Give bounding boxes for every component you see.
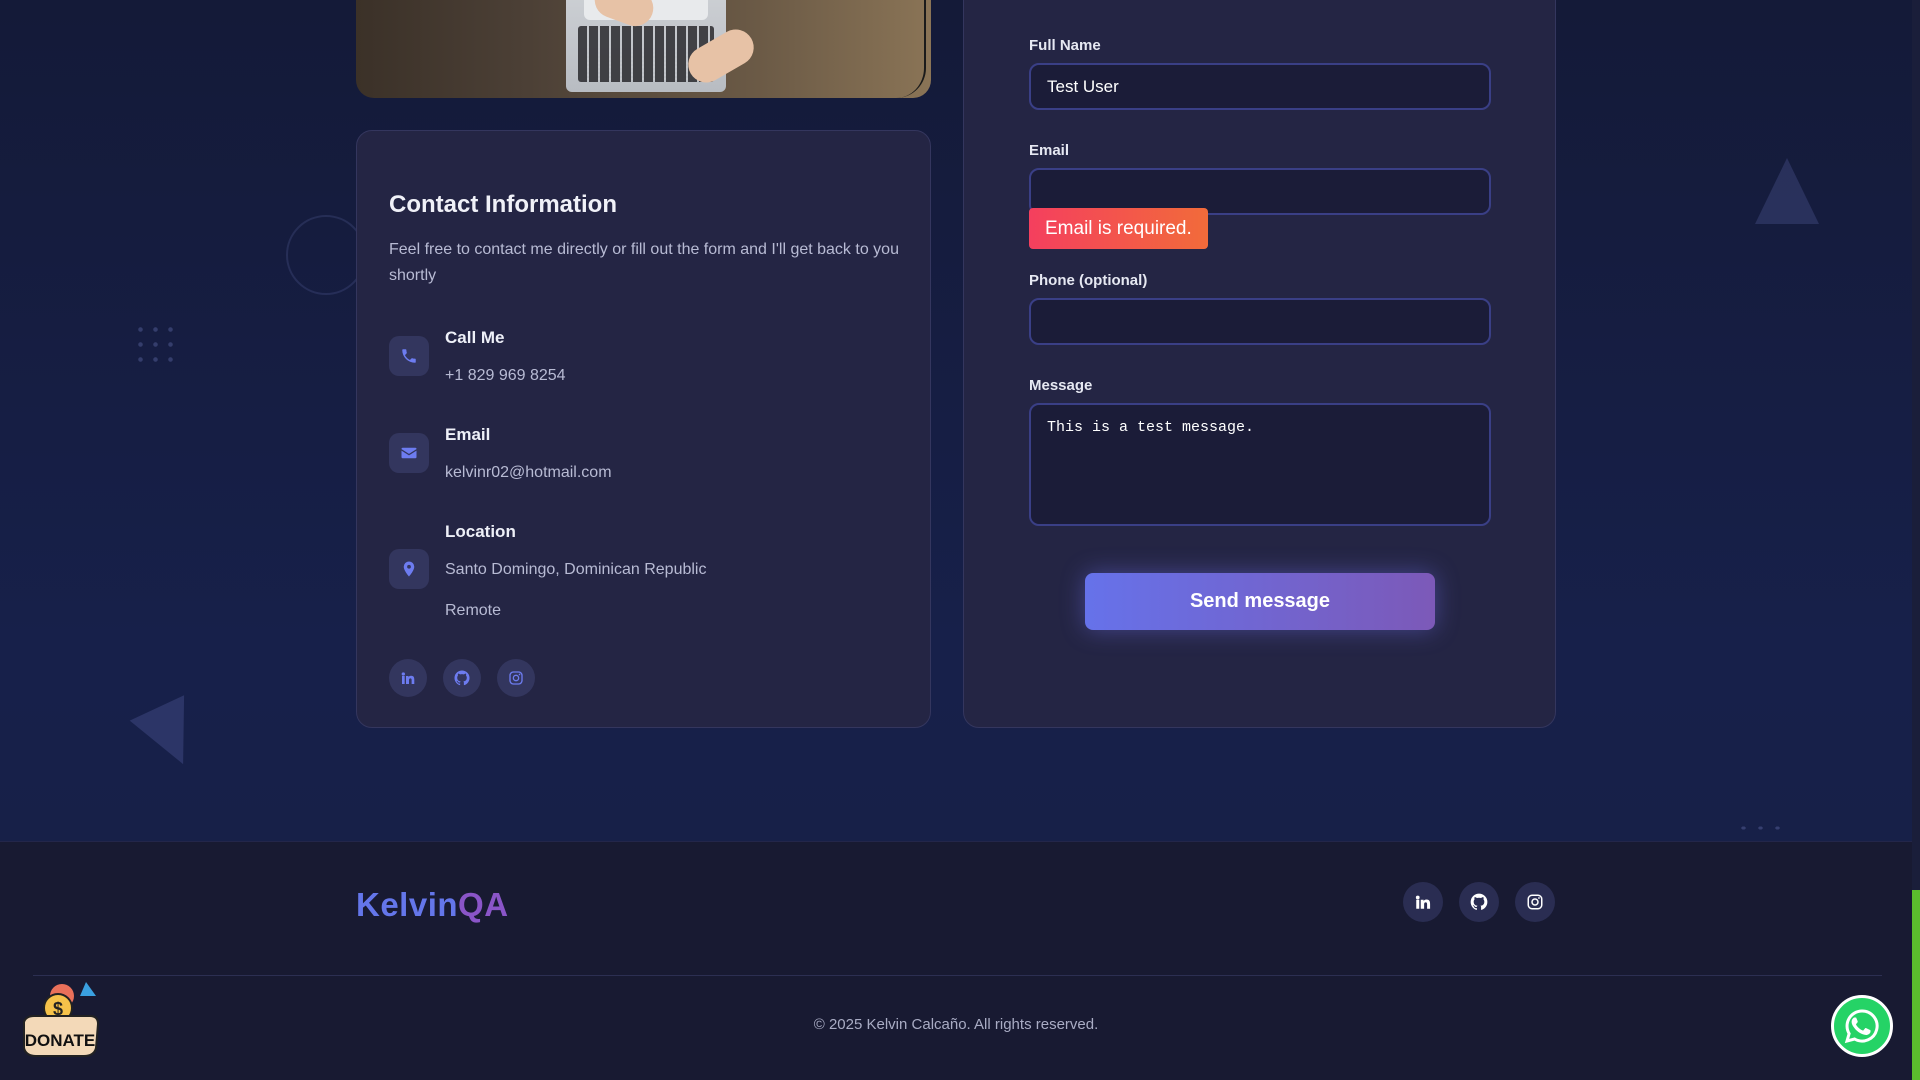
location-value: Santo Domingo, Dominican Republic	[445, 561, 707, 578]
donate-label: DONATE	[25, 1031, 96, 1050]
email-label: Email	[445, 425, 491, 444]
envelope-icon	[389, 433, 429, 473]
background-triangle	[129, 695, 211, 777]
location-remote: Remote	[445, 602, 502, 619]
linkedin-icon[interactable]	[1403, 882, 1443, 922]
background-ring	[286, 215, 366, 295]
full-name-input[interactable]	[1029, 63, 1491, 110]
donate-button[interactable]: $ DONATE	[20, 978, 102, 1058]
phone-input[interactable]	[1029, 298, 1491, 345]
background-dots	[133, 322, 177, 366]
footer-divider	[33, 975, 1882, 976]
background-dots	[1735, 822, 1785, 834]
instagram-icon[interactable]	[1515, 882, 1555, 922]
phone-icon	[389, 336, 429, 376]
contact-title: Contact Information	[389, 191, 617, 218]
email-link[interactable]: kelvinr02@hotmail.com	[445, 464, 612, 482]
contact-info-card: Contact Information Feel free to contact…	[356, 130, 931, 728]
contact-form: Full Name Email Email is required. Phone…	[963, 0, 1556, 728]
github-icon[interactable]	[443, 659, 481, 697]
call-label: Call Me	[445, 328, 505, 347]
github-icon[interactable]	[1459, 882, 1499, 922]
instagram-icon[interactable]	[497, 659, 535, 697]
phone-link[interactable]: +1 829 969 8254	[445, 367, 566, 385]
location-label: Location	[445, 522, 516, 541]
whatsapp-icon[interactable]	[1831, 995, 1893, 1057]
message-textarea[interactable]: This is a test message.	[1029, 403, 1491, 526]
footer: KelvinQA © 2025 Kelvin Calcaño. All righ…	[0, 841, 1912, 1080]
contact-photo	[356, 0, 931, 98]
contact-description: Feel free to contact me directly or fill…	[389, 241, 899, 284]
scrollbar-thumb[interactable]	[1912, 890, 1920, 1080]
copyright-text: © 2025 Kelvin Calcaño. All rights reserv…	[813, 1016, 1099, 1033]
background-triangle	[1755, 158, 1819, 224]
linkedin-icon[interactable]	[389, 659, 427, 697]
email-label: Email	[1029, 142, 1070, 159]
logo-text-qa: QA	[458, 886, 509, 923]
send-message-button[interactable]: Send message	[1085, 573, 1435, 630]
footer-logo[interactable]: KelvinQA	[356, 886, 509, 924]
full-name-label: Full Name	[1029, 37, 1101, 54]
phone-label: Phone (optional)	[1029, 272, 1148, 289]
logo-text-kelvin: Kelvin	[356, 886, 459, 923]
message-label: Message	[1029, 377, 1093, 394]
map-pin-icon	[389, 549, 429, 589]
email-error-message: Email is required.	[1029, 208, 1208, 249]
